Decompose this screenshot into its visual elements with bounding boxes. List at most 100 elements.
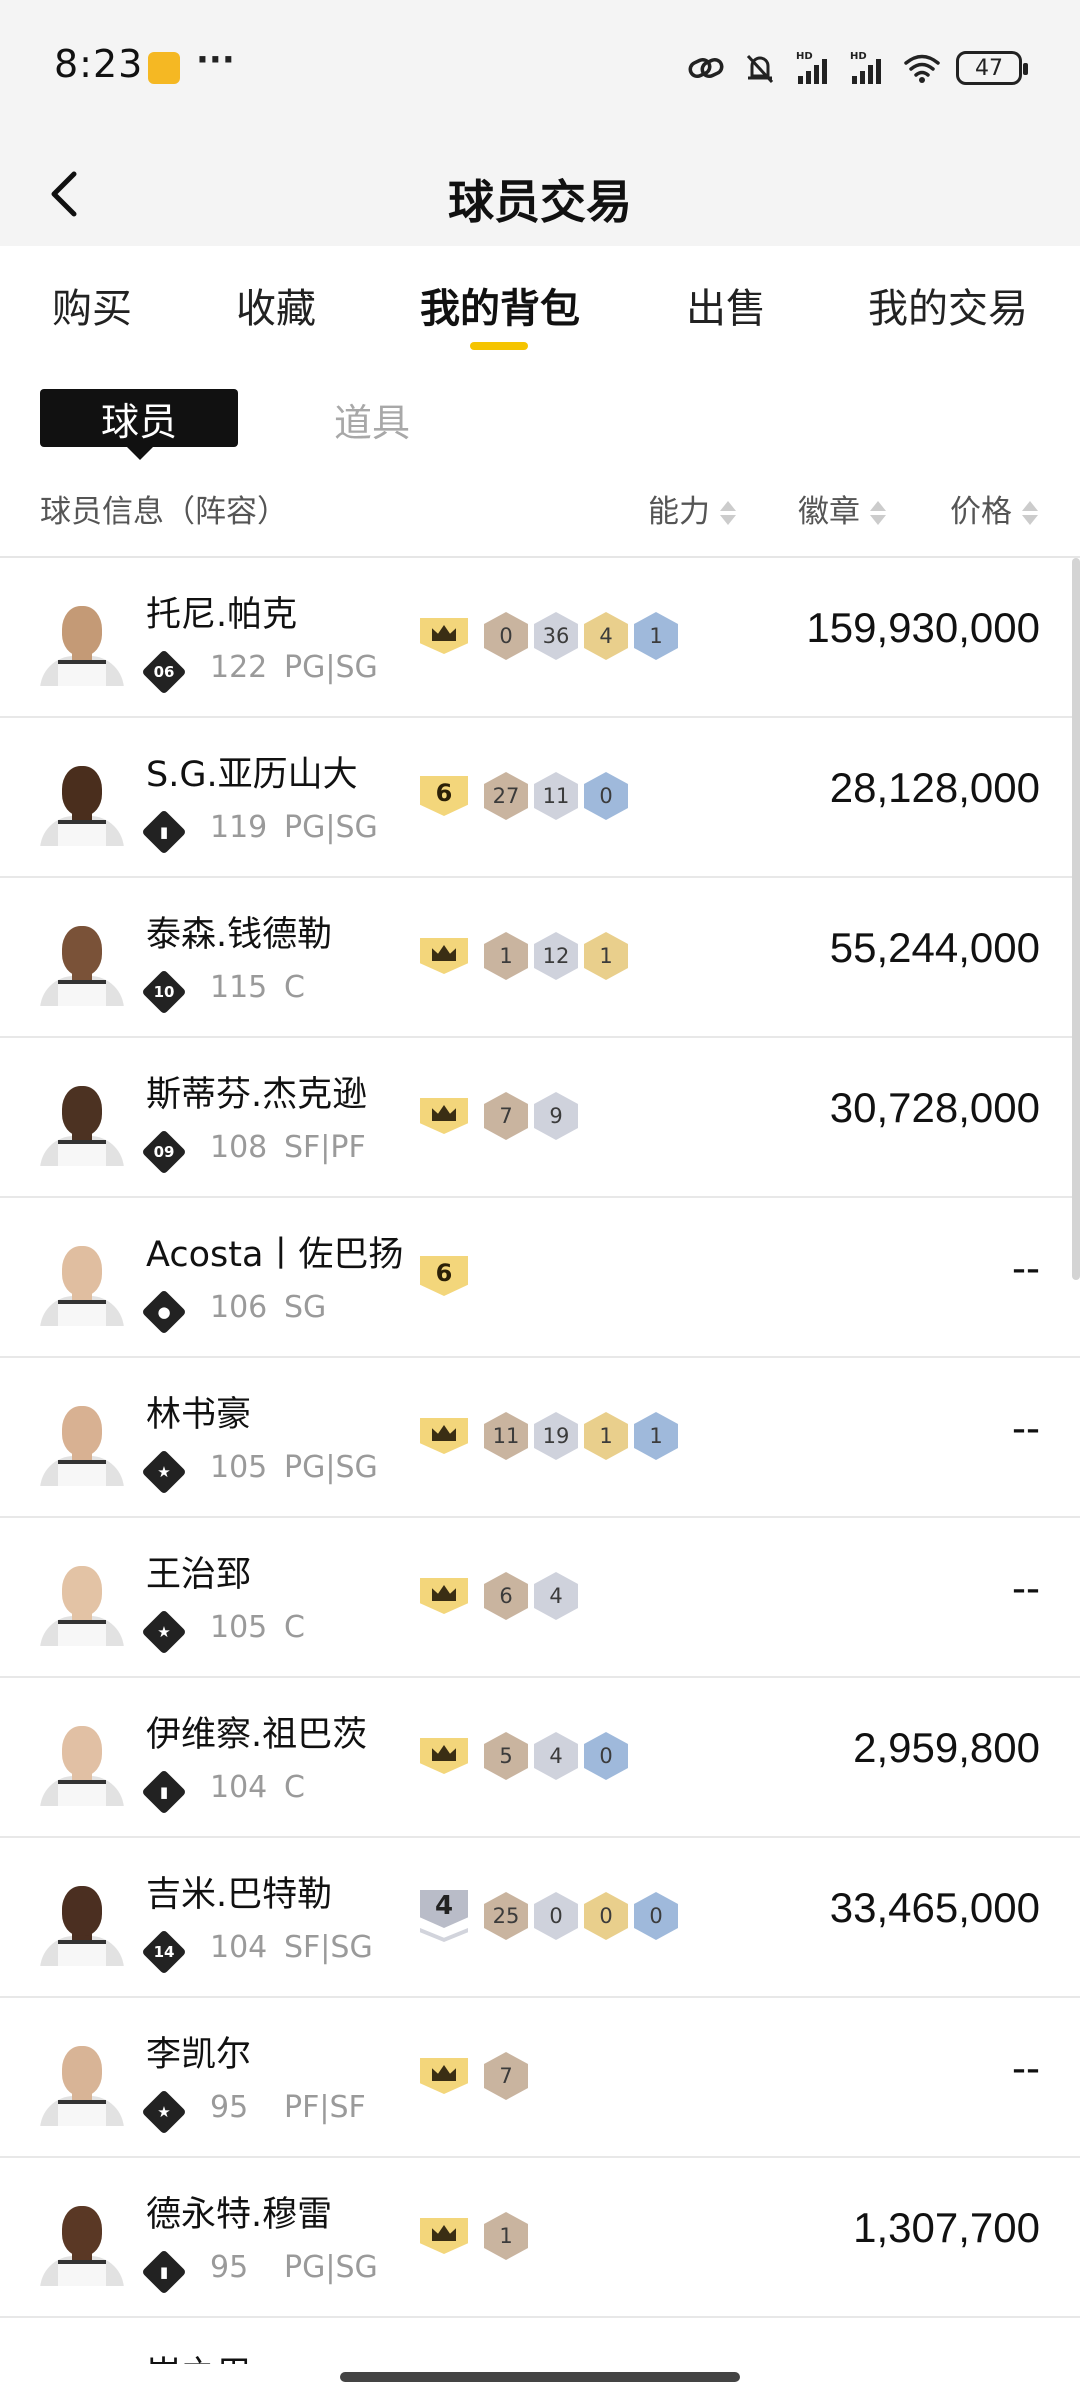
player-name: 吉米.巴特勒: [146, 1875, 333, 1915]
player-ability: 95: [210, 2250, 249, 2285]
column-player-info: 球员信息（阵容）: [40, 486, 288, 531]
tier-badge-icon: 06: [141, 649, 187, 695]
column-badges-sort[interactable]: 徽章: [798, 486, 886, 531]
player-avatar: [40, 2042, 124, 2126]
badge-group: 64: [420, 1572, 578, 1620]
badge-group: 7: [420, 2052, 528, 2100]
player-price: 28,128,000: [829, 764, 1040, 811]
signal-hd-icon-2: HD: [850, 51, 881, 84]
tier-number: 09: [153, 1143, 175, 1161]
player-ability: 105: [210, 1450, 268, 1485]
status-icons: HD HD 47: [686, 46, 1028, 90]
player-ability: 104: [210, 1770, 268, 1805]
player-row[interactable]: 吉米.巴特勒 14 104 SF|SG 4 25 0 0 0 33,465,000: [0, 1838, 1080, 1998]
player-position: PG|SG: [284, 810, 378, 845]
tier-number: 06: [153, 663, 175, 681]
player-price: --: [1012, 1404, 1040, 1451]
player-position: C: [284, 1770, 305, 1805]
subtab-players[interactable]: 球员: [40, 389, 238, 447]
player-name: 德永特.穆雷: [146, 2195, 333, 2235]
partial-player-name: 岸之用: [146, 2346, 251, 2364]
level-shield: 6: [420, 1256, 468, 1296]
signal-hd-icon: HD: [796, 51, 827, 84]
player-avatar: [40, 2202, 124, 2286]
player-position: PG|SG: [284, 2250, 378, 2285]
player-row[interactable]: 王治郅 ★ 105 C 6 4 --: [0, 1518, 1080, 1678]
player-ability: 104: [210, 1930, 268, 1965]
player-name: Acosta丨佐巴扬: [146, 1235, 404, 1275]
battery-icon: 47: [956, 51, 1028, 85]
bar-chart-icon: ▮: [159, 2263, 169, 2281]
player-name: S.G.亚历山大: [146, 755, 358, 795]
player-row[interactable]: 李凯尔 ★ 95 PF|SF 7 --: [0, 1998, 1080, 2158]
badge-bronze: 11: [484, 1412, 528, 1460]
badge-bronze: 1: [484, 932, 528, 980]
crown-icon: [420, 2058, 468, 2094]
silver-level-value: 4: [420, 1890, 468, 1928]
player-row[interactable]: 泰森.钱德勒 10 115 C 1 12 1 55,244,000: [0, 878, 1080, 1038]
player-row[interactable]: S.G.亚历山大 ▮ 119 PG|SG 6 27 11 0 28,128,000: [0, 718, 1080, 878]
player-name: 李凯尔: [146, 2035, 252, 2075]
scrollbar[interactable]: [1072, 558, 1080, 1280]
tab-my-trades[interactable]: 我的交易: [868, 276, 1028, 334]
player-avatar: [40, 1722, 124, 1806]
status-time: 8:23: [54, 42, 144, 86]
player-row[interactable]: 斯蒂芬.杰克逊 09 108 SF|PF 7 9 30,728,000: [0, 1038, 1080, 1198]
player-position: C: [284, 970, 305, 1005]
badge-silver: 19: [534, 1412, 578, 1460]
player-row[interactable]: 伊维察.祖巴茨 ▮ 104 C 5 4 0 2,959,800: [0, 1678, 1080, 1838]
wifi-icon: [904, 54, 940, 83]
player-name: 林书豪: [146, 1395, 252, 1435]
chevron-icon: [420, 1928, 468, 1942]
sort-icon: [720, 500, 736, 527]
player-avatar: [40, 1882, 124, 1966]
badge-bronze: 27: [484, 772, 528, 820]
tier-badge-icon: ●: [141, 1289, 187, 1335]
column-price-sort[interactable]: 价格: [950, 486, 1038, 531]
player-ability: 108: [210, 1130, 268, 1165]
badge-gold: 1: [584, 932, 628, 980]
badge-group: 79: [420, 1092, 578, 1140]
tab-favorites[interactable]: 收藏: [236, 276, 316, 334]
link-icon: [688, 57, 724, 79]
column-player-info-label: 球员信息（阵容）: [40, 494, 288, 530]
player-position: PF|SF: [284, 2090, 366, 2125]
badge-group: 540: [420, 1732, 628, 1780]
subtab-pointer: [126, 446, 154, 460]
player-name: 伊维察.祖巴茨: [146, 1715, 368, 1755]
column-ability-label: 能力: [648, 494, 710, 530]
badge-blue: 1: [634, 1412, 678, 1460]
tab-sell[interactable]: 出售: [686, 276, 766, 334]
badge-silver: 4: [534, 1732, 578, 1780]
mute-bell-icon: [746, 54, 774, 84]
star-icon: ★: [157, 1623, 171, 1641]
player-name: 斯蒂芬.杰克逊: [146, 1075, 368, 1115]
tier-badge-icon: 14: [141, 1929, 187, 1975]
badge-bronze: 25: [484, 1892, 528, 1940]
bar-chart-icon: ▮: [159, 1783, 169, 1801]
badge-blue: 1: [634, 612, 678, 660]
badge-silver: 4: [534, 1572, 578, 1620]
player-list: 托尼.帕克 06 122 PG|SG 0 36 4 1 159,930,000 S.G.亚历山大 ▮…: [0, 558, 1080, 2318]
subtab-items[interactable]: 道具: [334, 392, 410, 447]
player-position: SF|SG: [284, 1930, 373, 1965]
player-row[interactable]: 德永特.穆雷 ▮ 95 PG|SG 1 1,307,700: [0, 2158, 1080, 2318]
player-row[interactable]: Acosta丨佐巴扬 ● 106 SG 6 --: [0, 1198, 1080, 1358]
crown-icon: [420, 1098, 468, 1134]
player-row[interactable]: 林书豪 ★ 105 PG|SG 11 19 1 1 --: [0, 1358, 1080, 1518]
player-row[interactable]: 托尼.帕克 06 122 PG|SG 0 36 4 1 159,930,000: [0, 558, 1080, 718]
column-ability-sort[interactable]: 能力: [648, 486, 736, 531]
column-price-label: 价格: [950, 494, 1012, 530]
tier-badge-icon: 09: [141, 1129, 187, 1175]
notes-app-icon: [148, 52, 180, 84]
badge-blue: 0: [584, 772, 628, 820]
tab-buy[interactable]: 购买: [52, 276, 132, 334]
crown-icon: [420, 1738, 468, 1774]
tier-badge-icon: ★: [141, 2089, 187, 2135]
badge-silver: 11: [534, 772, 578, 820]
tab-my-backpack[interactable]: 我的背包: [420, 276, 580, 334]
home-indicator[interactable]: [340, 2372, 740, 2382]
bar-chart-icon: ▮: [159, 823, 169, 841]
badge-group: 6: [420, 1253, 478, 1299]
tier-badge-icon: ▮: [141, 1769, 187, 1815]
